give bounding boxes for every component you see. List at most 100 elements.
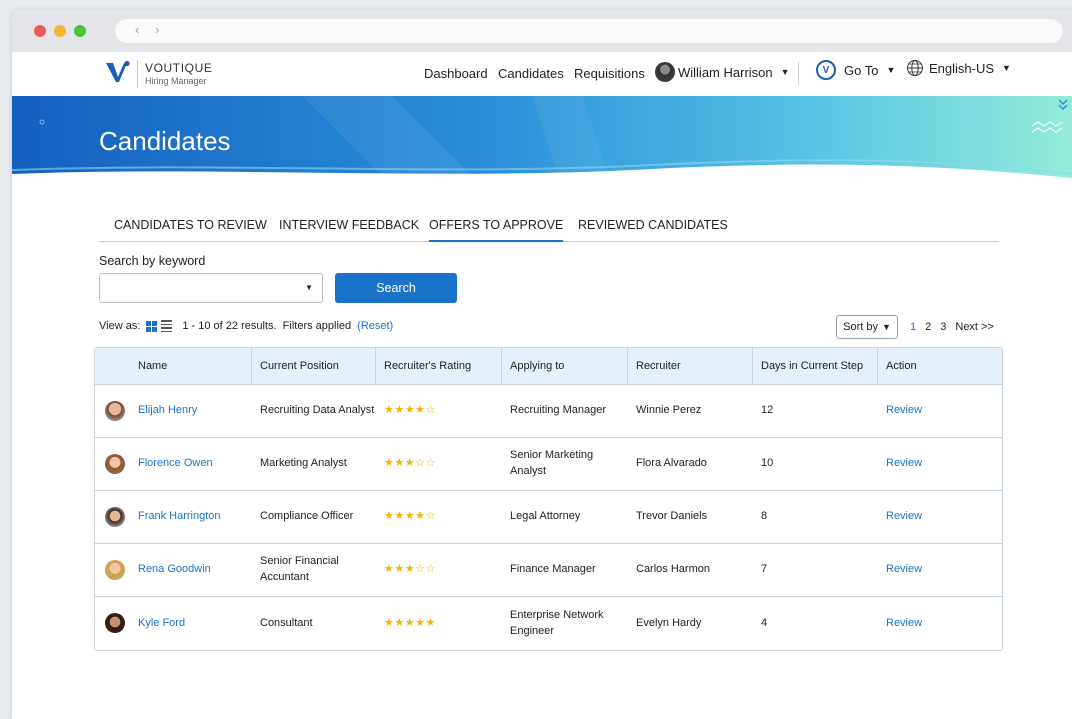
rating-stars: ★★★★☆ <box>384 404 436 417</box>
current-position-cell: Consultant <box>260 616 313 629</box>
keyword-search-select[interactable]: ▼ <box>99 273 323 303</box>
days-in-step-cell: 7 <box>761 563 768 576</box>
review-link[interactable]: Review <box>886 509 922 525</box>
table-row: Florence Owen Marketing Analyst ★★★☆☆ Se… <box>95 438 1002 491</box>
nav-divider <box>798 62 799 86</box>
candidate-name-link[interactable]: Rena Goodwin <box>138 562 211 578</box>
results-toolbar: View as: 1 - 10 of 22 results. Filters a… <box>99 320 393 332</box>
review-link[interactable]: Review <box>886 403 922 419</box>
review-link[interactable]: Review <box>886 562 922 578</box>
candidate-avatar <box>105 613 125 633</box>
voutique-logo-icon[interactable] <box>105 60 131 84</box>
globe-icon <box>907 60 923 76</box>
browser-chrome: ‹ › <box>12 10 1072 52</box>
language-selector[interactable]: English-US ▼ <box>906 59 1011 77</box>
brand-subtitle: Hiring Manager <box>145 76 207 86</box>
current-position-cell: Senior Financial Accuntant <box>260 555 339 583</box>
candidate-name-link[interactable]: Elijah Henry <box>138 403 197 419</box>
review-link[interactable]: Review <box>886 616 922 632</box>
header-current-position: Current Position <box>252 348 376 384</box>
goto-menu[interactable]: V Go To ▼ <box>816 60 895 80</box>
list-view-icon[interactable] <box>161 320 173 332</box>
nav-dashboard[interactable]: Dashboard <box>424 66 488 81</box>
days-in-step-cell: 8 <box>761 510 768 523</box>
user-avatar <box>655 62 675 82</box>
chevron-down-icon: ▼ <box>886 65 896 75</box>
candidate-name-link[interactable]: Frank Harrington <box>138 509 221 525</box>
nav-requisitions[interactable]: Requisitions <box>574 66 645 81</box>
rating-stars: ★★★☆☆ <box>384 457 436 470</box>
page-title: Candidates <box>99 126 231 156</box>
brand: VOUTIQUE Hiring Manager <box>145 61 212 86</box>
chevron-down-icon: ▼ <box>881 322 891 332</box>
table-row: Frank Harrington Compliance Officer ★★★★… <box>95 491 1002 544</box>
reset-filters-link[interactable]: (Reset) <box>357 320 393 332</box>
tab-offers-to-approve[interactable]: OFFERS TO APPROVE <box>429 218 564 242</box>
goto-label: Go To <box>844 62 879 78</box>
nav-dashboard-label: Dashboard <box>424 66 488 81</box>
page-3-link[interactable]: 3 <box>940 321 946 333</box>
tab-interview-feedback[interactable]: INTERVIEW FEEDBACK <box>279 218 419 242</box>
search-label: Search by keyword <box>99 254 206 268</box>
address-bar[interactable]: ‹ › <box>115 19 1063 43</box>
recruiter-cell: Carlos Harmon <box>636 563 710 576</box>
review-link[interactable]: Review <box>886 456 922 472</box>
user-name: William Harrison <box>678 64 773 80</box>
candidate-name-link[interactable]: Florence Owen <box>138 456 213 472</box>
sort-by-dropdown[interactable]: Sort by ▼ <box>836 315 898 339</box>
applying-to-cell: Enterprise Network Engineer <box>510 608 604 637</box>
nav-requisitions-label: Requisitions <box>574 66 645 81</box>
current-position-cell: Recruiting Data Analyst <box>260 404 375 417</box>
candidate-avatar <box>105 401 125 421</box>
nav-candidates[interactable]: Candidates <box>498 66 564 81</box>
chevron-down-icon: ▼ <box>305 283 313 292</box>
voutique-circle-icon: V <box>816 60 836 80</box>
page-banner: Candidates <box>12 96 1072 186</box>
applying-to-cell: Recruiting Manager <box>510 404 606 417</box>
header-rating: Recruiter's Rating <box>376 348 502 384</box>
current-position-cell: Compliance Officer <box>260 510 354 523</box>
browser-window: ‹ › VOUTIQUE Hiring Manager Dashboard Ca… <box>12 10 1072 719</box>
results-summary: 1 - 10 of 22 results. <box>182 320 277 332</box>
applying-to-cell: Legal Attorney <box>510 510 581 523</box>
page-2-link[interactable]: 2 <box>925 321 931 333</box>
page-1-link[interactable]: 1 <box>910 321 916 333</box>
grid-view-icon[interactable] <box>146 320 158 332</box>
header-applying-to: Applying to <box>502 348 628 384</box>
days-in-step-cell: 10 <box>761 457 774 470</box>
recruiter-cell: Trevor Daniels <box>636 510 708 523</box>
header-recruiter: Recruiter <box>628 348 753 384</box>
rating-stars: ★★★☆☆ <box>384 563 436 576</box>
view-as-label: View as: <box>99 320 141 332</box>
rating-stars: ★★★★☆ <box>384 510 436 523</box>
minimize-window-button[interactable] <box>54 25 66 37</box>
candidate-name-link[interactable]: Kyle Ford <box>138 616 185 632</box>
table-row: Rena Goodwin Senior Financial Accuntant … <box>95 544 1002 597</box>
chevron-down-icon: ▼ <box>1002 63 1011 73</box>
header-days-in-step: Days in Current Step <box>753 348 878 384</box>
tab-reviewed-candidates[interactable]: REVIEWED CANDIDATES <box>578 218 728 242</box>
search-button[interactable]: Search <box>335 273 457 303</box>
candidate-tabs: CANDIDATES TO REVIEW INTERVIEW FEEDBACK … <box>99 218 999 242</box>
applying-to-cell: Senior Marketing Analyst <box>510 449 594 477</box>
current-position-cell: Marketing Analyst <box>260 457 347 470</box>
days-in-step-cell: 4 <box>761 616 768 629</box>
filters-applied-label: Filters applied <box>282 320 352 332</box>
candidate-avatar <box>105 454 125 474</box>
candidate-avatar <box>105 507 125 527</box>
top-navigation: VOUTIQUE Hiring Manager Dashboard Candid… <box>12 52 1072 96</box>
sort-by-label: Sort by <box>843 321 878 333</box>
recruiter-cell: Flora Alvarado <box>636 457 707 470</box>
recruiter-cell: Winnie Perez <box>636 404 702 417</box>
close-window-button[interactable] <box>34 25 46 37</box>
applying-to-cell: Finance Manager <box>510 563 596 576</box>
table-row: Kyle Ford Consultant ★★★★★ Enterprise Ne… <box>95 597 1002 650</box>
user-menu[interactable]: William Harrison ▼ <box>655 62 790 82</box>
back-forward-arrows-icon[interactable]: ‹ › <box>135 22 165 37</box>
candidate-avatar <box>105 560 125 580</box>
pagination: 1 2 3 Next >> <box>910 321 994 333</box>
tab-candidates-to-review[interactable]: CANDIDATES TO REVIEW <box>114 218 267 242</box>
recruiter-cell: Evelyn Hardy <box>636 616 702 629</box>
next-page-link[interactable]: Next >> <box>955 321 994 333</box>
maximize-window-button[interactable] <box>74 25 86 37</box>
